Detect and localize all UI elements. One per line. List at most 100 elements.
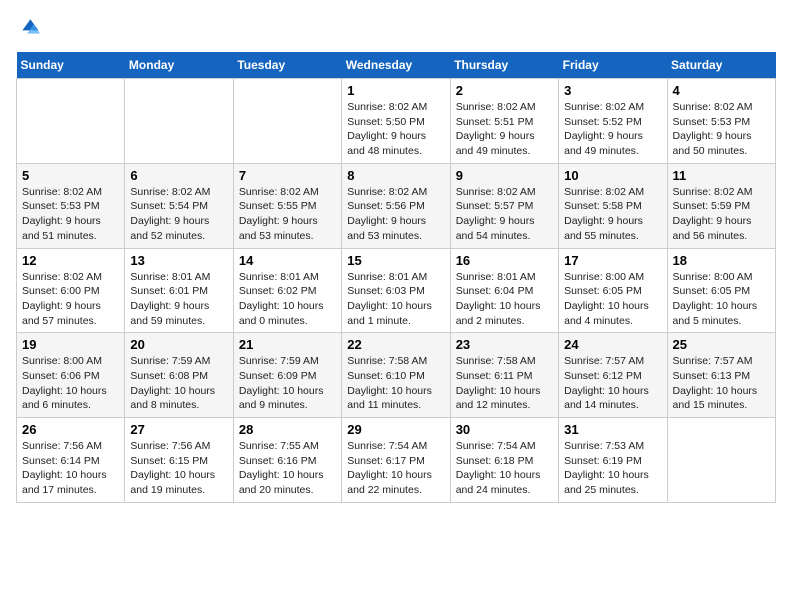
calendar-week-row: 19 Sunrise: 8:00 AM Sunset: 6:06 PM Dayli… xyxy=(17,333,776,418)
day-number: 28 xyxy=(239,422,336,437)
weekday-header-sunday: Sunday xyxy=(17,52,125,79)
weekday-header-saturday: Saturday xyxy=(667,52,775,79)
day-info: Sunrise: 8:02 AM Sunset: 5:52 PM Dayligh… xyxy=(564,100,661,159)
weekday-header-wednesday: Wednesday xyxy=(342,52,450,79)
day-info: Sunrise: 8:01 AM Sunset: 6:02 PM Dayligh… xyxy=(239,270,336,329)
day-info: Sunrise: 7:58 AM Sunset: 6:11 PM Dayligh… xyxy=(456,354,553,413)
calendar-cell: 30 Sunrise: 7:54 AM Sunset: 6:18 PM Dayli… xyxy=(450,418,558,503)
calendar-cell: 6Sunrise: 8:02 AM Sunset: 5:54 PM Daylig… xyxy=(125,163,233,248)
day-number: 14 xyxy=(239,253,336,268)
day-info: Sunrise: 7:59 AM Sunset: 6:09 PM Dayligh… xyxy=(239,354,336,413)
day-info: Sunrise: 7:58 AM Sunset: 6:10 PM Dayligh… xyxy=(347,354,444,413)
day-number: 26 xyxy=(22,422,119,437)
calendar-cell: 4 Sunrise: 8:02 AM Sunset: 5:53 PM Daylig… xyxy=(667,79,775,164)
day-number: 18 xyxy=(673,253,770,268)
calendar-cell: 2 Sunrise: 8:02 AM Sunset: 5:51 PM Daylig… xyxy=(450,79,558,164)
weekday-header-thursday: Thursday xyxy=(450,52,558,79)
day-number: 21 xyxy=(239,337,336,352)
calendar-cell: 10Sunrise: 8:02 AM Sunset: 5:58 PM Dayli… xyxy=(559,163,667,248)
day-number: 17 xyxy=(564,253,661,268)
day-number: 1 xyxy=(347,83,444,98)
calendar-cell: 19 Sunrise: 8:00 AM Sunset: 6:06 PM Dayli… xyxy=(17,333,125,418)
day-info: Sunrise: 8:02 AM Sunset: 5:55 PM Dayligh… xyxy=(239,185,336,244)
day-number: 5 xyxy=(22,168,119,183)
calendar-cell: 27 Sunrise: 7:56 AM Sunset: 6:15 PM Dayli… xyxy=(125,418,233,503)
calendar-week-row: 5 Sunrise: 8:02 AM Sunset: 5:53 PM Daylig… xyxy=(17,163,776,248)
calendar-cell: 28 Sunrise: 7:55 AM Sunset: 6:16 PM Dayli… xyxy=(233,418,341,503)
weekday-header-monday: Monday xyxy=(125,52,233,79)
calendar-cell: 22 Sunrise: 7:58 AM Sunset: 6:10 PM Dayli… xyxy=(342,333,450,418)
calendar-cell: 12 Sunrise: 8:02 AM Sunset: 6:00 PM Dayli… xyxy=(17,248,125,333)
calendar-week-row: 12 Sunrise: 8:02 AM Sunset: 6:00 PM Dayli… xyxy=(17,248,776,333)
logo-icon xyxy=(16,16,40,40)
calendar-cell: 11 Sunrise: 8:02 AM Sunset: 5:59 PM Dayli… xyxy=(667,163,775,248)
day-info: Sunrise: 8:02 AM Sunset: 5:59 PM Dayligh… xyxy=(673,185,770,244)
day-number: 24 xyxy=(564,337,661,352)
day-number: 22 xyxy=(347,337,444,352)
calendar-cell: 8 Sunrise: 8:02 AM Sunset: 5:56 PM Daylig… xyxy=(342,163,450,248)
day-number: 30 xyxy=(456,422,553,437)
calendar-cell: 5 Sunrise: 8:02 AM Sunset: 5:53 PM Daylig… xyxy=(17,163,125,248)
day-info: Sunrise: 8:02 AM Sunset: 6:00 PM Dayligh… xyxy=(22,270,119,329)
calendar-cell: 1 Sunrise: 8:02 AM Sunset: 5:50 PM Daylig… xyxy=(342,79,450,164)
day-info: Sunrise: 8:02 AM Sunset: 5:53 PM Dayligh… xyxy=(22,185,119,244)
calendar-cell: 24 Sunrise: 7:57 AM Sunset: 6:12 PM Dayli… xyxy=(559,333,667,418)
calendar-cell: 29 Sunrise: 7:54 AM Sunset: 6:17 PM Dayli… xyxy=(342,418,450,503)
day-info: Sunrise: 8:02 AM Sunset: 5:53 PM Dayligh… xyxy=(673,100,770,159)
day-number: 16 xyxy=(456,253,553,268)
calendar-cell xyxy=(667,418,775,503)
day-info: Sunrise: 8:02 AM Sunset: 5:56 PM Dayligh… xyxy=(347,185,444,244)
day-number: 7 xyxy=(239,168,336,183)
calendar-cell xyxy=(233,79,341,164)
weekday-header-tuesday: Tuesday xyxy=(233,52,341,79)
day-number: 4 xyxy=(673,83,770,98)
calendar-cell: 20Sunrise: 7:59 AM Sunset: 6:08 PM Dayli… xyxy=(125,333,233,418)
day-number: 27 xyxy=(130,422,227,437)
day-info: Sunrise: 7:56 AM Sunset: 6:15 PM Dayligh… xyxy=(130,439,227,498)
day-info: Sunrise: 7:57 AM Sunset: 6:13 PM Dayligh… xyxy=(673,354,770,413)
day-info: Sunrise: 7:54 AM Sunset: 6:17 PM Dayligh… xyxy=(347,439,444,498)
day-number: 2 xyxy=(456,83,553,98)
calendar-cell: 7 Sunrise: 8:02 AM Sunset: 5:55 PM Daylig… xyxy=(233,163,341,248)
day-info: Sunrise: 7:53 AM Sunset: 6:19 PM Dayligh… xyxy=(564,439,661,498)
day-info: Sunrise: 8:02 AM Sunset: 5:58 PM Dayligh… xyxy=(564,185,661,244)
day-number: 13 xyxy=(130,253,227,268)
calendar-cell: 25Sunrise: 7:57 AM Sunset: 6:13 PM Dayli… xyxy=(667,333,775,418)
calendar-cell: 17Sunrise: 8:00 AM Sunset: 6:05 PM Dayli… xyxy=(559,248,667,333)
day-number: 23 xyxy=(456,337,553,352)
day-number: 15 xyxy=(347,253,444,268)
day-info: Sunrise: 8:02 AM Sunset: 5:51 PM Dayligh… xyxy=(456,100,553,159)
calendar-week-row: 1 Sunrise: 8:02 AM Sunset: 5:50 PM Daylig… xyxy=(17,79,776,164)
weekday-header-row: SundayMondayTuesdayWednesdayThursdayFrid… xyxy=(17,52,776,79)
day-number: 31 xyxy=(564,422,661,437)
day-info: Sunrise: 8:02 AM Sunset: 5:50 PM Dayligh… xyxy=(347,100,444,159)
calendar-cell: 18Sunrise: 8:00 AM Sunset: 6:05 PM Dayli… xyxy=(667,248,775,333)
day-number: 11 xyxy=(673,168,770,183)
day-number: 19 xyxy=(22,337,119,352)
day-info: Sunrise: 8:02 AM Sunset: 5:57 PM Dayligh… xyxy=(456,185,553,244)
calendar-cell: 26 Sunrise: 7:56 AM Sunset: 6:14 PM Dayli… xyxy=(17,418,125,503)
day-info: Sunrise: 7:57 AM Sunset: 6:12 PM Dayligh… xyxy=(564,354,661,413)
day-info: Sunrise: 7:55 AM Sunset: 6:16 PM Dayligh… xyxy=(239,439,336,498)
calendar-cell: 31 Sunrise: 7:53 AM Sunset: 6:19 PM Dayli… xyxy=(559,418,667,503)
calendar-cell: 16Sunrise: 8:01 AM Sunset: 6:04 PM Dayli… xyxy=(450,248,558,333)
day-info: Sunrise: 7:56 AM Sunset: 6:14 PM Dayligh… xyxy=(22,439,119,498)
calendar-cell: 21 Sunrise: 7:59 AM Sunset: 6:09 PM Dayli… xyxy=(233,333,341,418)
calendar-cell: 3 Sunrise: 8:02 AM Sunset: 5:52 PM Daylig… xyxy=(559,79,667,164)
day-number: 8 xyxy=(347,168,444,183)
day-number: 29 xyxy=(347,422,444,437)
day-number: 12 xyxy=(22,253,119,268)
calendar-cell: 15 Sunrise: 8:01 AM Sunset: 6:03 PM Dayli… xyxy=(342,248,450,333)
day-info: Sunrise: 7:54 AM Sunset: 6:18 PM Dayligh… xyxy=(456,439,553,498)
day-number: 9 xyxy=(456,168,553,183)
calendar-cell: 23 Sunrise: 7:58 AM Sunset: 6:11 PM Dayli… xyxy=(450,333,558,418)
calendar-table: SundayMondayTuesdayWednesdayThursdayFrid… xyxy=(16,52,776,503)
calendar-cell: 13Sunrise: 8:01 AM Sunset: 6:01 PM Dayli… xyxy=(125,248,233,333)
weekday-header-friday: Friday xyxy=(559,52,667,79)
day-info: Sunrise: 8:02 AM Sunset: 5:54 PM Dayligh… xyxy=(130,185,227,244)
calendar-week-row: 26 Sunrise: 7:56 AM Sunset: 6:14 PM Dayli… xyxy=(17,418,776,503)
day-number: 3 xyxy=(564,83,661,98)
day-info: Sunrise: 8:00 AM Sunset: 6:06 PM Dayligh… xyxy=(22,354,119,413)
calendar-cell: 9 Sunrise: 8:02 AM Sunset: 5:57 PM Daylig… xyxy=(450,163,558,248)
day-info: Sunrise: 8:01 AM Sunset: 6:03 PM Dayligh… xyxy=(347,270,444,329)
